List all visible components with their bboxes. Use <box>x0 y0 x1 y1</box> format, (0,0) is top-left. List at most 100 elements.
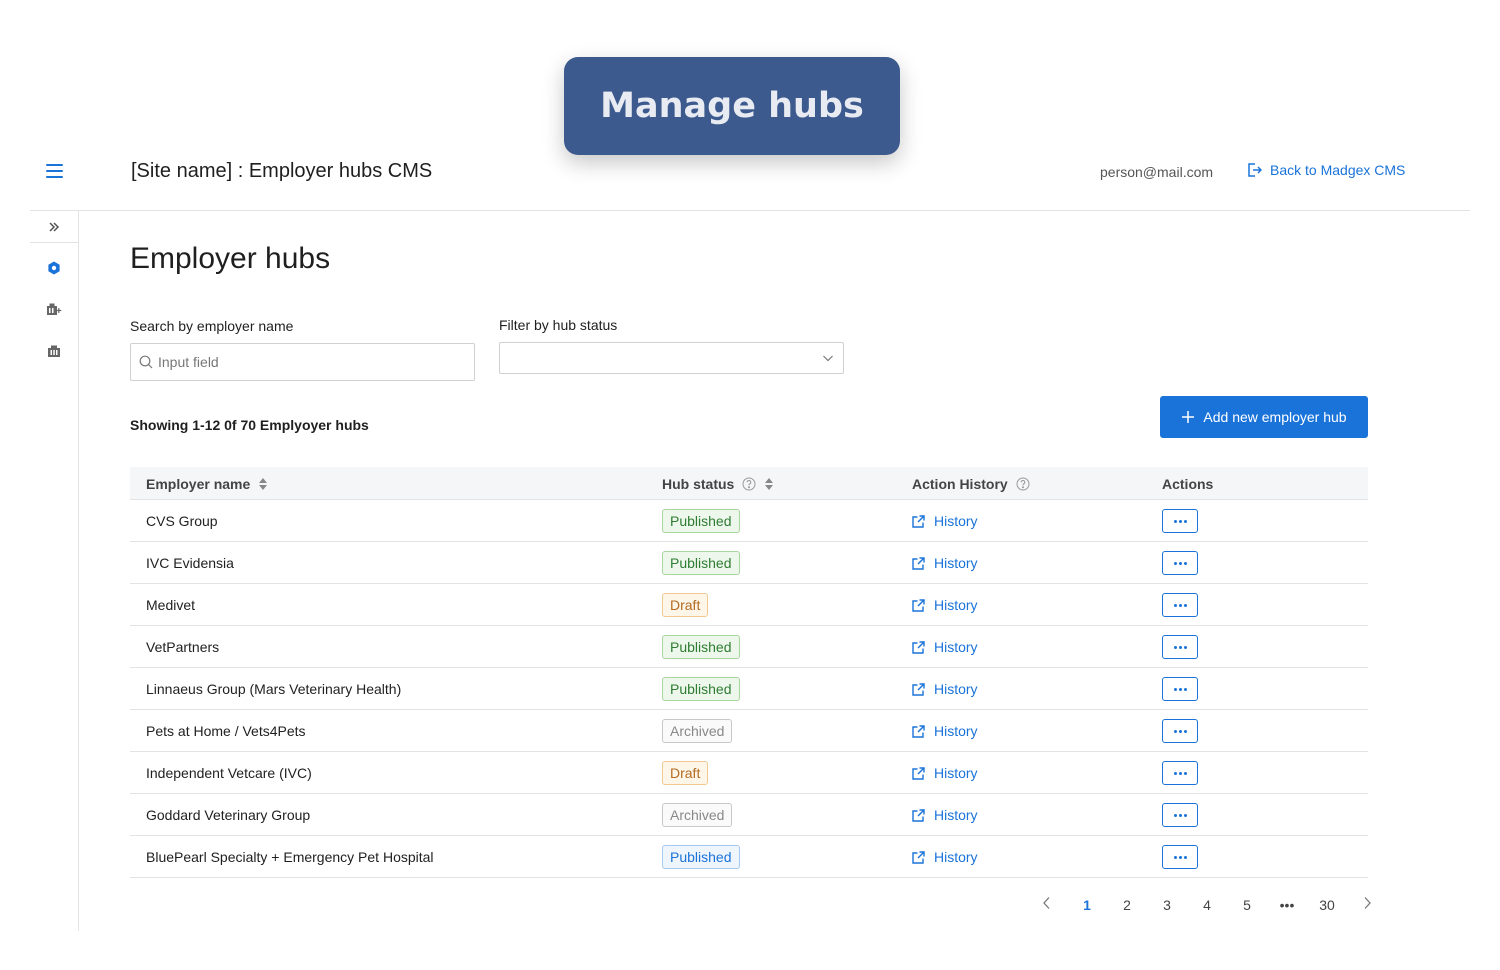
more-actions-button[interactable] <box>1162 845 1198 869</box>
status-badge: Archived <box>662 719 733 743</box>
table-row: VetPartners Published History <box>130 626 1368 668</box>
table-row: Goddard Veterinary Group Archived Histor… <box>130 794 1368 836</box>
col-actions: Actions <box>1162 476 1213 492</box>
hamburger-menu-icon[interactable] <box>46 164 63 178</box>
history-label: History <box>934 597 978 613</box>
table-row: Pets at Home / Vets4Pets Archived Histor… <box>130 710 1368 752</box>
side-nav <box>30 211 79 931</box>
page-5[interactable]: 5 <box>1227 894 1267 916</box>
external-link-icon <box>912 850 925 864</box>
history-link[interactable]: History <box>912 807 978 823</box>
ellipsis-icon <box>1173 603 1177 607</box>
history-link[interactable]: History <box>912 555 978 571</box>
chevron-left-icon <box>1043 897 1050 909</box>
status-badge: Draft <box>662 761 709 785</box>
help-circle-icon <box>742 477 756 491</box>
search-input[interactable] <box>158 354 458 370</box>
external-link-icon <box>912 808 925 822</box>
employer-name: IVC Evidensia <box>146 555 234 571</box>
back-to-cms-link[interactable]: Back to Madgex CMS <box>1246 162 1405 178</box>
page-2[interactable]: 2 <box>1107 894 1147 916</box>
chevron-right-icon <box>1364 897 1371 909</box>
ellipsis-icon <box>1173 687 1177 691</box>
col-employer-name[interactable]: Employer name <box>146 476 268 492</box>
history-label: History <box>934 639 978 655</box>
sidebar-expand-button[interactable] <box>30 211 78 243</box>
sidebar-item-add-employer[interactable] <box>30 288 78 332</box>
history-label: History <box>934 555 978 571</box>
hub-icon <box>48 261 60 275</box>
more-actions-button[interactable] <box>1162 719 1198 743</box>
col-history-label: Action History <box>912 476 1008 492</box>
page-1[interactable]: 1 <box>1067 894 1107 916</box>
building-add-icon <box>47 303 62 315</box>
user-email: person@mail.com <box>1100 164 1214 180</box>
history-link[interactable]: History <box>912 639 978 655</box>
ellipsis-icon <box>1173 771 1177 775</box>
more-actions-button[interactable] <box>1162 635 1198 659</box>
ellipsis-icon <box>1173 729 1177 733</box>
more-actions-button[interactable] <box>1162 593 1198 617</box>
page-4[interactable]: 4 <box>1187 894 1227 916</box>
history-label: History <box>934 513 978 529</box>
history-label: History <box>934 765 978 781</box>
chevrons-right-icon <box>49 221 60 232</box>
status-badge: Published <box>662 551 740 575</box>
more-actions-button[interactable] <box>1162 677 1198 701</box>
sidebar-item-hubs[interactable] <box>30 248 78 288</box>
page-30[interactable]: 30 <box>1307 894 1347 916</box>
table-header: Employer name Hub status Action History <box>130 467 1368 500</box>
building-icon <box>48 345 60 357</box>
history-link[interactable]: History <box>912 681 978 697</box>
add-employer-hub-button[interactable]: Add new employer hub <box>1160 396 1368 438</box>
employer-name: CVS Group <box>146 513 218 529</box>
history-label: History <box>934 807 978 823</box>
page-title: Employer hubs <box>130 242 331 275</box>
prev-page-button[interactable] <box>1027 894 1067 916</box>
status-badge: Archived <box>662 803 733 827</box>
plus-icon <box>1182 411 1195 423</box>
more-actions-button[interactable] <box>1162 509 1198 533</box>
history-link[interactable]: History <box>912 513 978 529</box>
ellipsis-icon <box>1173 561 1177 565</box>
ellipsis-icon <box>1173 519 1177 523</box>
history-link[interactable]: History <box>912 849 978 865</box>
external-link-icon <box>912 514 925 528</box>
search-field[interactable] <box>130 343 475 381</box>
employer-name: VetPartners <box>146 639 220 655</box>
employer-name: Pets at Home / Vets4Pets <box>146 723 306 739</box>
table-row: Linnaeus Group (Mars Veterinary Health) … <box>130 668 1368 710</box>
page-ellipsis[interactable]: ••• <box>1267 894 1307 916</box>
page-3[interactable]: 3 <box>1147 894 1187 916</box>
filter-label: Filter by hub status <box>499 317 618 333</box>
ellipsis-icon <box>1173 855 1177 859</box>
employer-hubs-table: Employer name Hub status Action History <box>130 467 1368 878</box>
history-link[interactable]: History <box>912 723 978 739</box>
results-summary: Showing 1-12 0f 70 Emplyoyer hubs <box>130 417 369 433</box>
col-employer-label: Employer name <box>146 476 251 492</box>
table-row: CVS Group Published History <box>130 500 1368 542</box>
sort-icon <box>259 478 268 490</box>
more-actions-button[interactable] <box>1162 551 1198 575</box>
next-page-button[interactable] <box>1347 894 1387 916</box>
ellipsis-icon <box>1173 813 1177 817</box>
hub-status-select[interactable] <box>499 342 844 374</box>
employer-name: Medivet <box>146 597 196 613</box>
add-button-label: Add new employer hub <box>1203 409 1347 425</box>
search-icon <box>139 355 153 369</box>
more-actions-button[interactable] <box>1162 803 1198 827</box>
col-action-history: Action History <box>912 476 1030 492</box>
app-title: [Site name] : Employer hubs CMS <box>131 160 433 182</box>
table-body: CVS Group Published History IVC Evidensi… <box>130 500 1368 878</box>
history-link[interactable]: History <box>912 765 978 781</box>
more-actions-button[interactable] <box>1162 761 1198 785</box>
history-link[interactable]: History <box>912 597 978 613</box>
status-badge: Published <box>662 509 740 533</box>
sidebar-item-employers[interactable] <box>30 332 78 372</box>
status-badge: Published <box>662 635 740 659</box>
external-link-icon <box>912 766 925 780</box>
col-hub-status[interactable]: Hub status <box>662 476 774 492</box>
external-link-icon <box>912 724 925 738</box>
employer-name: BluePearl Specialty + Emergency Pet Hosp… <box>146 849 434 865</box>
table-row: Independent Vetcare (IVC) Draft History <box>130 752 1368 794</box>
